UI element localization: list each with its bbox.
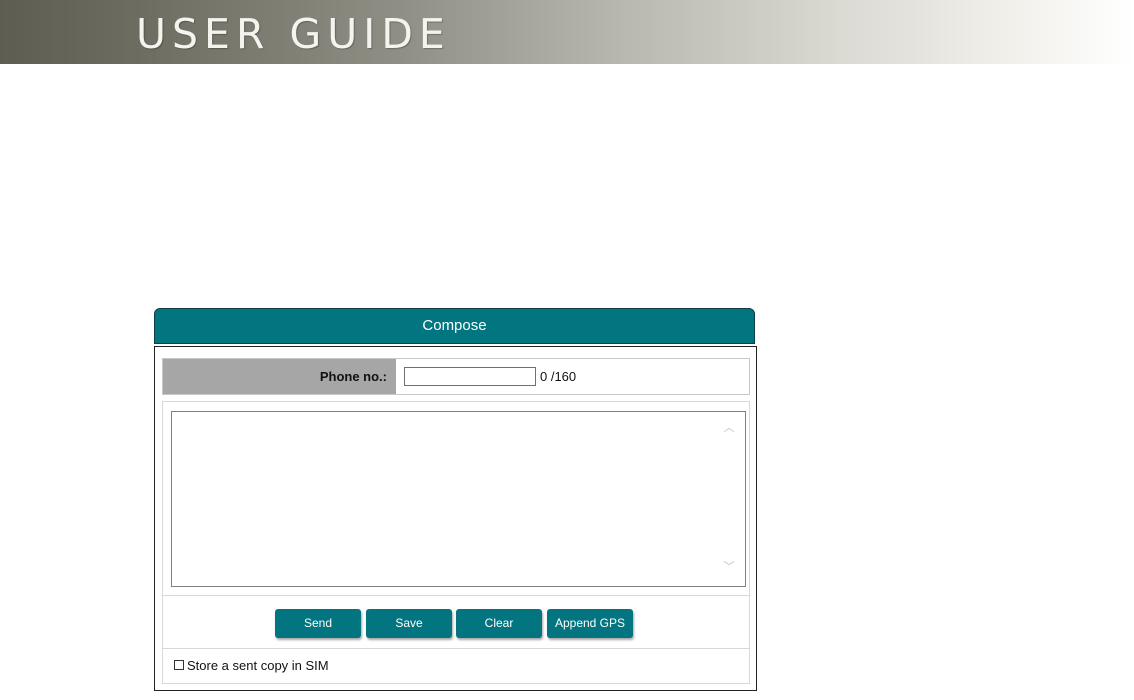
phone-number-input[interactable]	[404, 367, 536, 386]
user-guide-banner: USER GUIDE	[0, 0, 1134, 64]
message-row: ︿ ﹀	[162, 401, 750, 596]
compose-panel: Phone no.: 0 /160 ︿ ﹀ Send Save Clear Ap…	[154, 346, 757, 691]
phone-row: Phone no.: 0 /160	[162, 358, 750, 395]
scroll-up-arrow-icon[interactable]: ︿	[721, 421, 737, 435]
phone-label: Phone no.:	[319, 369, 387, 384]
append-gps-button[interactable]: Append GPS	[547, 609, 633, 638]
store-copy-row: Store a sent copy in SIM	[162, 648, 750, 684]
compose-panel-header: Compose	[154, 308, 755, 344]
scroll-down-arrow-icon[interactable]: ﹀	[721, 560, 737, 574]
banner-title: USER GUIDE	[136, 10, 451, 58]
store-copy-checkbox[interactable]	[174, 660, 184, 670]
button-row: Send Save Clear Append GPS	[162, 595, 750, 649]
clear-button[interactable]: Clear	[456, 609, 542, 638]
message-textarea[interactable]	[171, 411, 746, 587]
store-copy-label[interactable]: Store a sent copy in SIM	[187, 658, 329, 673]
save-button[interactable]: Save	[366, 609, 452, 638]
character-counter: 0 /160	[540, 369, 577, 384]
send-button[interactable]: Send	[275, 609, 361, 638]
phone-label-cell: Phone no.:	[163, 359, 396, 394]
